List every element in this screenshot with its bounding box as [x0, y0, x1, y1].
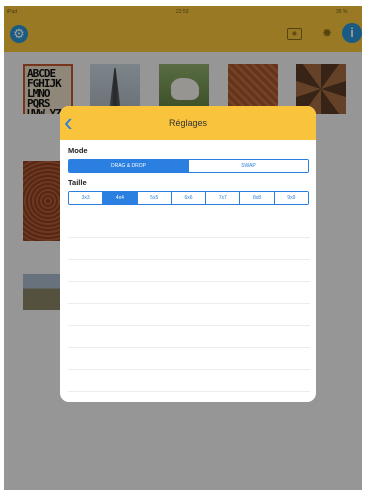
- size-option-4x4[interactable]: 4x4: [102, 192, 137, 204]
- mode-option-drag-drop[interactable]: DRAG & DROP: [69, 160, 188, 172]
- size-segmented-control: 3x3 4x4 5x5 6x6 7x7 8x8 9x9: [68, 191, 309, 205]
- size-label: Taille: [68, 178, 87, 187]
- settings-modal: Réglages ‹ Mode DRAG & DROP SWAP Taille …: [60, 106, 316, 402]
- modal-header: Réglages ‹: [60, 106, 316, 140]
- size-option-3x3[interactable]: 3x3: [69, 192, 103, 204]
- list-item: [68, 304, 310, 326]
- list-item: [68, 216, 310, 238]
- size-option-8x8[interactable]: 8x8: [239, 192, 274, 204]
- list-item: [68, 392, 310, 402]
- list-item: [68, 348, 310, 370]
- size-option-6x6[interactable]: 6x6: [170, 192, 206, 204]
- list-item: [68, 282, 310, 304]
- modal-title: Réglages: [168, 118, 208, 128]
- list-item: [68, 238, 310, 260]
- mode-option-swap[interactable]: SWAP: [188, 160, 308, 172]
- mode-label: Mode: [68, 146, 88, 155]
- list-item: [68, 370, 310, 392]
- size-option-5x5[interactable]: 5x5: [136, 192, 171, 204]
- list-item: [68, 326, 310, 348]
- app-screen: iPad 22:53 35 % ⚙ ◉ ✹ i ABCDE FGHIJK LMN…: [4, 6, 362, 490]
- empty-settings-list: [68, 216, 310, 402]
- list-item: [68, 260, 310, 282]
- size-option-9x9[interactable]: 9x9: [273, 192, 308, 204]
- chevron-left-icon[interactable]: ‹: [64, 109, 84, 137]
- mode-segmented-control: DRAG & DROP SWAP: [68, 159, 309, 173]
- size-option-7x7[interactable]: 7x7: [205, 192, 240, 204]
